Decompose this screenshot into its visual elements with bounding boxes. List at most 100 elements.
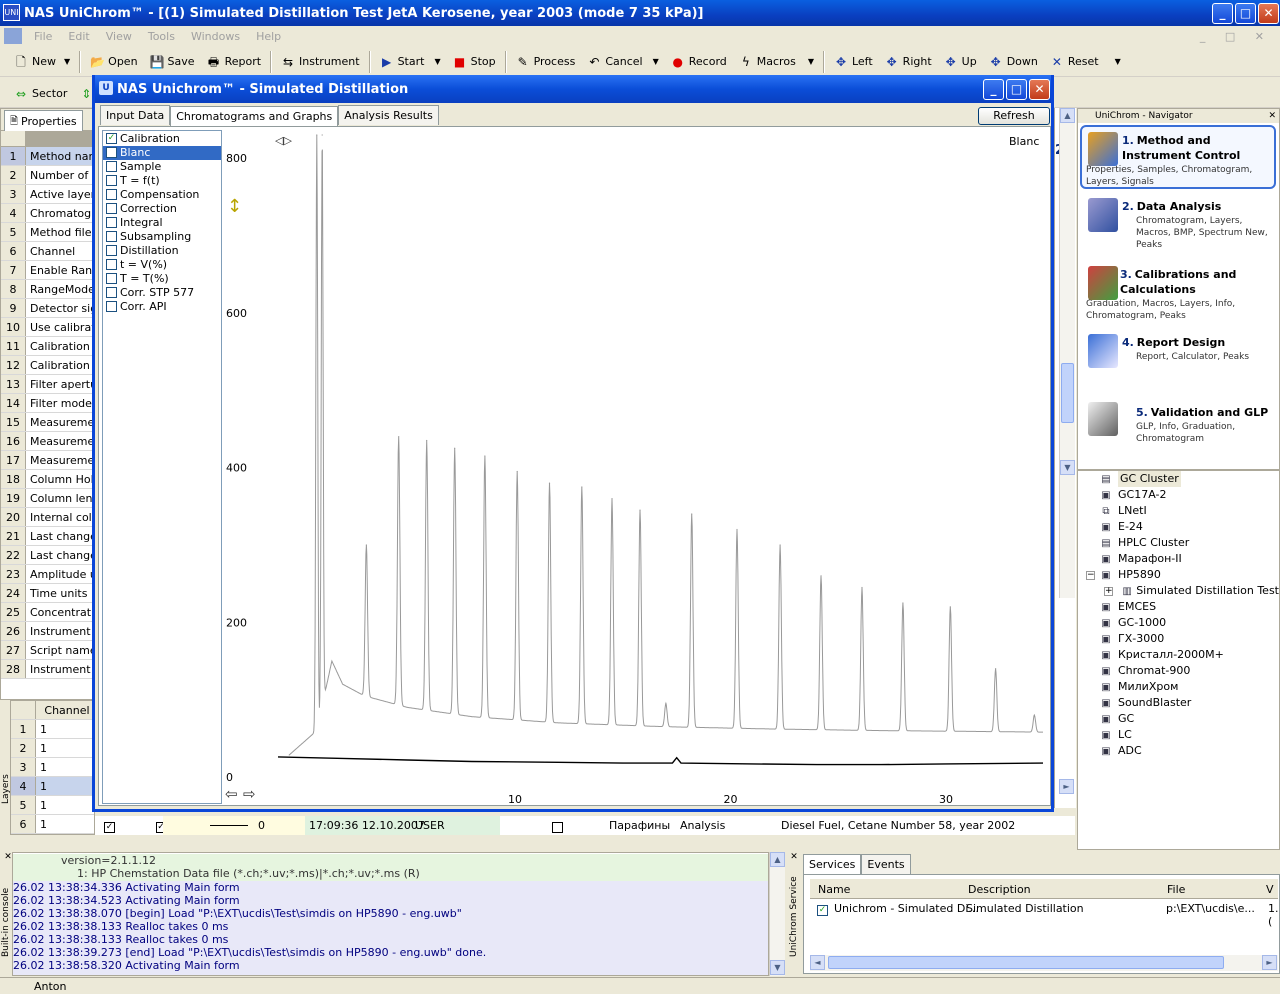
layer-visible-checkbox[interactable]: ✓ bbox=[104, 821, 115, 833]
property-row[interactable]: 15 Measuremen bbox=[1, 413, 92, 432]
col-file[interactable]: File bbox=[1167, 883, 1185, 896]
tree-item[interactable]: ▣ ADC bbox=[1078, 743, 1279, 759]
tree-item[interactable]: ▣ Кристалл-2000М+ bbox=[1078, 647, 1279, 663]
chevron-down-icon[interactable]: ▼ bbox=[1115, 57, 1121, 66]
scroll-up-icon[interactable]: ▲ bbox=[1060, 108, 1075, 123]
graph-checkbox[interactable] bbox=[106, 202, 117, 214]
property-row[interactable]: 24 Time units bbox=[1, 584, 92, 603]
property-row[interactable]: 3 Active layer bbox=[1, 185, 92, 204]
graph-checkbox[interactable] bbox=[106, 188, 117, 200]
tab-services[interactable]: Services bbox=[803, 854, 862, 875]
layer-row[interactable]: 51 bbox=[11, 796, 94, 815]
property-row[interactable]: 1Method name bbox=[1, 147, 92, 166]
tree-item[interactable]: ▣ EMCES bbox=[1078, 599, 1279, 615]
tree-item[interactable]: ▤ GC Cluster bbox=[1078, 471, 1279, 487]
scroll-left-icon[interactable]: ◄ bbox=[810, 955, 825, 970]
col-description[interactable]: Description bbox=[968, 883, 1031, 896]
graph-checkbox[interactable] bbox=[106, 244, 117, 256]
tree-item[interactable]: ▣ Chromat-900 bbox=[1078, 663, 1279, 679]
mdi-controls-icon[interactable]: _ □ ✕ bbox=[1200, 30, 1272, 43]
scroll-right-icon[interactable]: ► bbox=[1262, 955, 1277, 970]
layer-row[interactable]: 21 bbox=[11, 739, 94, 758]
layer-flag-checkbox[interactable] bbox=[552, 821, 563, 833]
tab-events[interactable]: Events bbox=[861, 854, 911, 874]
sector-button[interactable]: ⇔ Sector bbox=[8, 82, 73, 106]
tree-item[interactable]: ▣ МилиХром bbox=[1078, 679, 1279, 695]
property-row[interactable]: 20 Internal colur bbox=[1, 508, 92, 527]
chevron-down-icon[interactable]: ▼ bbox=[808, 57, 814, 66]
tab-input-data[interactable]: Input Data bbox=[100, 105, 171, 125]
property-row[interactable]: 7 Enable Rang bbox=[1, 261, 92, 280]
chevron-down-icon[interactable]: ▼ bbox=[64, 57, 70, 66]
start-button[interactable]: ▶ Start ▼ bbox=[374, 50, 447, 74]
property-row[interactable]: 18 Column Holde bbox=[1, 470, 92, 489]
chromatogram-chart[interactable]: 0 200 400 600 800 10 20 30 Blanc ⇦ ⇨ ◁▷ ↕ bbox=[223, 130, 1051, 806]
col-name[interactable]: Name bbox=[818, 883, 850, 896]
scroll-right-icon[interactable]: ► bbox=[1059, 779, 1074, 794]
nav-item-5[interactable]: 5. Validation and GLP GLP, Info, Graduat… bbox=[1082, 400, 1276, 445]
expand-icon[interactable]: + bbox=[1104, 586, 1113, 596]
property-row[interactable]: 17 Measuremen bbox=[1, 451, 92, 470]
macros-button[interactable]: ϟ Macros ▼ bbox=[733, 50, 820, 74]
nav-item-links[interactable]: Graduation, Macros, Layers, Info, Chroma… bbox=[1082, 298, 1276, 322]
property-row[interactable]: 8 RangeMode bbox=[1, 280, 92, 299]
menu-file[interactable]: File bbox=[26, 30, 60, 43]
property-row[interactable]: 6 Channel bbox=[1, 242, 92, 261]
property-row[interactable]: 25 Concentratio bbox=[1, 603, 92, 622]
graph-checkbox[interactable] bbox=[106, 146, 117, 158]
property-row[interactable]: 19 Column lengt bbox=[1, 489, 92, 508]
instrument-button[interactable]: ⇆ Instrument bbox=[275, 50, 366, 74]
minimize-button[interactable]: _ bbox=[1212, 3, 1233, 24]
process-button[interactable]: ✎ Process bbox=[510, 50, 582, 74]
graph-list-item[interactable]: Subsampling bbox=[103, 230, 221, 244]
tree-item[interactable]: ▣ LC bbox=[1078, 727, 1279, 743]
tree-item[interactable]: ▣ SoundBlaster bbox=[1078, 695, 1279, 711]
graph-list-item[interactable]: Integral bbox=[103, 216, 221, 230]
graph-checkbox[interactable] bbox=[106, 230, 117, 242]
tree-item[interactable]: ▤ HPLC Cluster bbox=[1078, 535, 1279, 551]
reset-button[interactable]: ✕ Reset ▼ bbox=[1044, 50, 1127, 74]
tree-item[interactable]: ⧉ LNetI bbox=[1078, 503, 1279, 519]
app-icon[interactable]: UNI bbox=[3, 4, 20, 21]
graph-checkbox[interactable] bbox=[106, 216, 117, 228]
layer-row-6-details[interactable]: ✓ ✓ 0 17:09:36 12.10.2007 USER Парафины … bbox=[95, 816, 1075, 835]
report-button[interactable]: 🖶 Report bbox=[201, 50, 267, 74]
layer-row[interactable]: 41 bbox=[11, 777, 94, 796]
graph-checkbox[interactable] bbox=[106, 160, 117, 172]
property-row[interactable]: 12 Calibration fa bbox=[1, 356, 92, 375]
services-row[interactable]: ✓ Unichrom - Simulated Di... Simulated D… bbox=[810, 900, 1279, 928]
graph-list-item[interactable]: Corr. API bbox=[103, 300, 221, 314]
property-row[interactable]: 23 Amplitude ur bbox=[1, 565, 92, 584]
dialog-maximize-button[interactable]: □ bbox=[1006, 79, 1027, 100]
tab-chromatograms-and-graphs[interactable]: Chromatograms and Graphs bbox=[170, 106, 339, 127]
right-button[interactable]: ✥ Right bbox=[879, 50, 938, 74]
property-row[interactable]: 27 Script name bbox=[1, 641, 92, 660]
graph-list-item[interactable]: Sample bbox=[103, 160, 221, 174]
property-row[interactable]: 10 Use calibrati bbox=[1, 318, 92, 337]
nav-item-4[interactable]: 4. Report Design Report, Calculator, Pea… bbox=[1082, 332, 1276, 368]
graph-list-item[interactable]: t = V(%) bbox=[103, 258, 221, 272]
menu-windows[interactable]: Windows bbox=[183, 30, 248, 43]
services-hscroll[interactable]: ◄ ► bbox=[810, 955, 1278, 971]
graph-list-item[interactable]: ✓ Calibration bbox=[103, 132, 221, 146]
down-button[interactable]: ✥ Down bbox=[983, 50, 1044, 74]
stop-button[interactable]: ■ Stop bbox=[447, 50, 502, 74]
tree-item[interactable]: + ▥ Simulated Distillation Test bbox=[1078, 583, 1279, 599]
graph-checkbox[interactable]: ✓ bbox=[106, 132, 117, 144]
scroll-down-icon[interactable]: ▼ bbox=[1060, 460, 1075, 475]
property-row[interactable]: 22 Last change bbox=[1, 546, 92, 565]
graph-checkbox[interactable] bbox=[106, 174, 117, 186]
save-button[interactable]: 💾 Save bbox=[144, 50, 201, 74]
graph-list-item[interactable]: Distillation bbox=[103, 244, 221, 258]
chevron-down-icon[interactable]: ▼ bbox=[434, 57, 440, 66]
graph-checkbox[interactable] bbox=[106, 286, 117, 298]
tree-item[interactable]: ▣ ГХ-3000 bbox=[1078, 631, 1279, 647]
dialog-minimize-button[interactable]: _ bbox=[983, 79, 1004, 100]
tree-item[interactable]: ▣ GC17A-2 bbox=[1078, 487, 1279, 503]
nav-item-1[interactable]: 1. Method and Instrument Control Propert… bbox=[1082, 130, 1276, 188]
layer-row[interactable]: 61 bbox=[11, 815, 94, 834]
tree-item[interactable]: ▣ Марафон-II bbox=[1078, 551, 1279, 567]
nav-item-2[interactable]: 2. Data Analysis Chromatogram, Layers, M… bbox=[1082, 196, 1276, 251]
menu-help[interactable]: Help bbox=[248, 30, 289, 43]
property-row[interactable]: 21 Last change bbox=[1, 527, 92, 546]
